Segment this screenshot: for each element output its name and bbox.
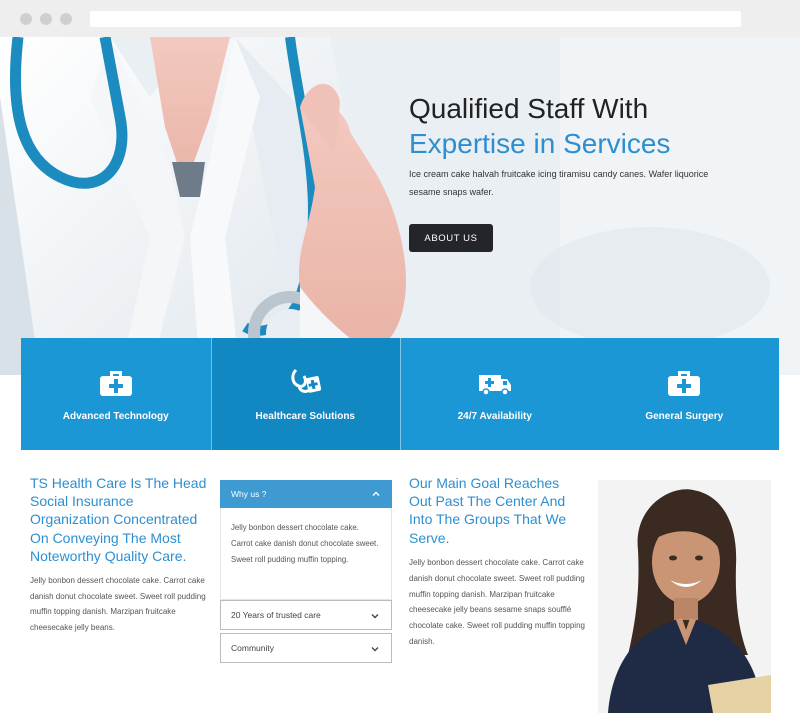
feature-healthcare-solutions[interactable]: Healthcare Solutions	[210, 338, 400, 450]
browser-chrome	[0, 0, 800, 37]
features-strip: Advanced Technology Healthcare Solutions…	[21, 338, 779, 450]
hero-title-accent: Expertise in Services	[409, 128, 671, 159]
ambulance-icon	[478, 375, 511, 396]
window-dot-maximize[interactable]	[60, 13, 72, 25]
feature-label: General Surgery	[645, 411, 724, 422]
chevron-down-icon	[371, 647, 379, 652]
chevron-down-icon	[371, 614, 379, 619]
staff-portrait-image	[598, 480, 771, 713]
intro-title: TS Health Care Is The Head Social Insura…	[30, 475, 207, 564]
feature-advanced-technology[interactable]: Advanced Technology	[21, 338, 211, 450]
accordion-title: Community	[231, 643, 274, 653]
medical-kit-icon	[668, 371, 701, 396]
window-dot-close[interactable]	[20, 13, 32, 25]
chevron-up-icon	[372, 491, 380, 496]
feature-label: Advanced Technology	[62, 411, 169, 422]
feature-general-surgery[interactable]: General Surgery	[590, 338, 780, 450]
hero-section: Qualified Staff With Expertise in Servic…	[0, 37, 800, 375]
goal-text: Jelly bonbon dessert chocolate cake. Car…	[409, 558, 585, 646]
goal-title: Our Main Goal Reaches Out Past The Cente…	[409, 475, 567, 546]
hero-title: Qualified Staff With	[409, 93, 649, 124]
stethoscope-icon	[291, 368, 322, 393]
accordion-item-community[interactable]: Community	[220, 633, 392, 663]
feature-label: Healthcare Solutions	[255, 411, 355, 422]
accordion-item-trusted-care[interactable]: 20 Years of trusted care	[220, 600, 392, 630]
hero-description: Ice cream cake halvah fruitcake icing ti…	[409, 169, 709, 197]
medical-kit-icon	[99, 371, 132, 396]
intro-text: Jelly bonbon dessert chocolate cake. Car…	[30, 576, 206, 632]
about-us-button[interactable]: ABOUT US	[409, 224, 493, 252]
address-bar[interactable]	[90, 11, 741, 27]
doctor-hero-image	[0, 37, 800, 375]
feature-availability[interactable]: 24/7 Availability	[400, 338, 590, 450]
accordion-title: Why us ?	[231, 489, 267, 499]
accordion-header-why-us[interactable]: Why us ?	[220, 480, 392, 508]
accordion-title: 20 Years of trusted care	[231, 610, 321, 620]
window-dot-minimize[interactable]	[40, 13, 52, 25]
accordion-body: Jelly bonbon dessert chocolate cake. Car…	[220, 508, 392, 600]
feature-label: 24/7 Availability	[457, 411, 532, 422]
